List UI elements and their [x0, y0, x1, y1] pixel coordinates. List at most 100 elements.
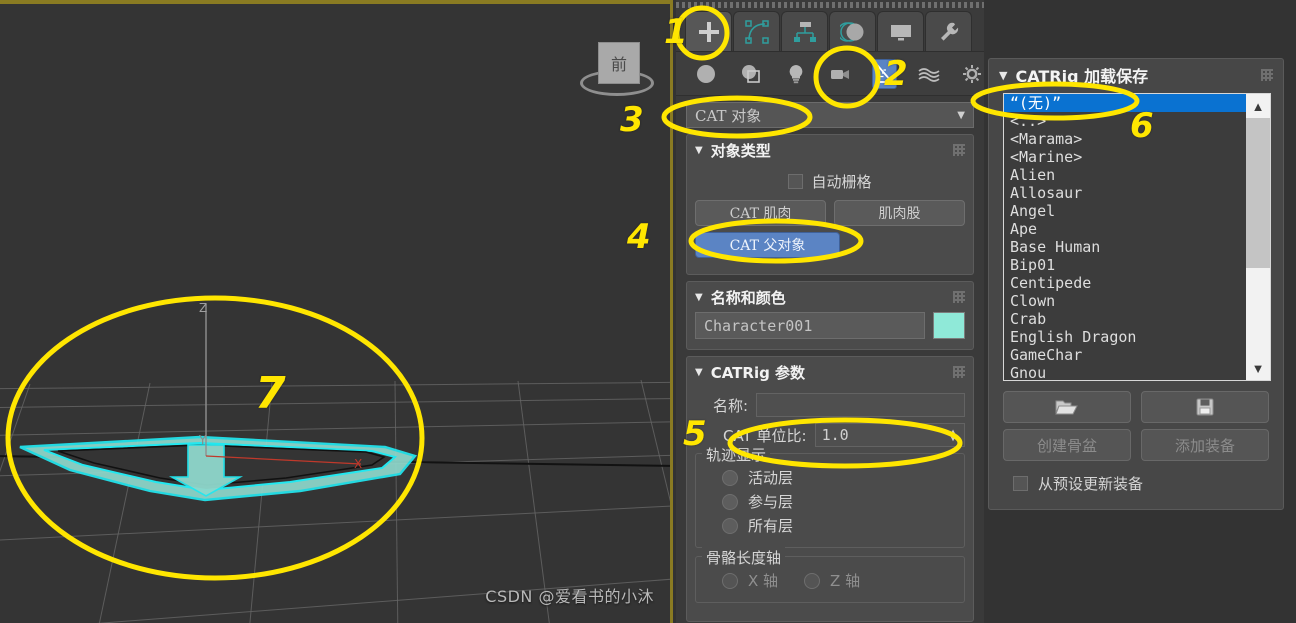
wrench-icon: [940, 22, 958, 41]
subtool-systems[interactable]: [959, 59, 984, 89]
load-rig-button[interactable]: [1003, 391, 1131, 423]
list-item[interactable]: Gnou: [1004, 364, 1246, 380]
object-type-button-row-2: CAT 父对象: [687, 232, 973, 258]
max-application-window: Z X Y 前 CSDN @爱看书的小沐 CAT 对象 ▼ ▼ 对象类型 自动栅…: [0, 0, 1296, 623]
list-item[interactable]: Base Human: [1004, 238, 1246, 256]
rollout-object-type: ▼ 对象类型 自动栅格 CAT 肌肉 肌肉股 CAT 父对象: [686, 134, 974, 275]
preset-list-items: “(无)” <..> <Marama> <Marine> Alien Allos…: [1004, 94, 1246, 380]
radio-row-all-layers[interactable]: 所有层: [722, 515, 956, 536]
grip-dots-icon: [953, 366, 965, 378]
list-item[interactable]: GameChar: [1004, 346, 1246, 364]
object-name-input[interactable]: Character001: [695, 312, 925, 339]
grip-dots-icon: [1261, 69, 1273, 81]
modify-bend-icon: [744, 19, 769, 44]
list-item[interactable]: English Dragon: [1004, 328, 1246, 346]
scrollbar-track[interactable]: [1246, 118, 1270, 356]
spinner-updown-icon[interactable]: ▲ ▼: [946, 428, 960, 443]
open-folder-icon: [1055, 400, 1078, 415]
sphere-icon: [697, 64, 716, 83]
grip-dots-icon: [953, 291, 965, 303]
group-track-display-title: 轨迹显示: [702, 444, 771, 465]
radio-row-x-axis[interactable]: X 轴: [722, 570, 778, 591]
cat-unit-ratio-label: CAT 单位比:: [723, 426, 807, 445]
preset-list-selected-item[interactable]: “(无)”: [1004, 94, 1246, 112]
add-rig-button[interactable]: 添加装备: [1141, 429, 1269, 461]
rollout-catrig-params: ▼ CATRig 参数 名称: CAT 单位比: 1.0 ▲ ▼ 轨迹显示 活动…: [686, 356, 974, 622]
list-item[interactable]: Bip01: [1004, 256, 1246, 274]
subtool-space-warps[interactable]: [917, 59, 943, 89]
list-item[interactable]: Allosaur: [1004, 184, 1246, 202]
cat-parent-button[interactable]: CAT 父对象: [695, 232, 840, 258]
radio-row-active-layer[interactable]: 活动层: [722, 467, 956, 488]
view-cube-face-label[interactable]: 前: [598, 42, 640, 84]
update-rig-from-preset-checkbox[interactable]: [1013, 476, 1028, 491]
tab-motion[interactable]: [829, 11, 876, 51]
rollout-catrig-params-header[interactable]: ▼ CATRig 参数: [687, 357, 973, 387]
cat-unit-ratio-value: 1.0: [821, 426, 849, 444]
list-item[interactable]: <Marine>: [1004, 148, 1246, 166]
autogrid-label: 自动栅格: [811, 173, 872, 191]
preset-list-scrollbar[interactable]: ▲ ▼: [1246, 94, 1270, 380]
list-item[interactable]: Angel: [1004, 202, 1246, 220]
tab-create[interactable]: [685, 11, 732, 51]
cat-unit-ratio-field[interactable]: 1.0 ▲ ▼: [814, 423, 965, 447]
save-rig-button[interactable]: [1141, 391, 1269, 423]
subtool-lights[interactable]: [783, 59, 808, 89]
floppy-disk-icon: [1196, 398, 1214, 416]
subtool-shapes[interactable]: [739, 59, 764, 89]
chevron-up-icon[interactable]: ▲: [1246, 94, 1270, 118]
triangle-down-icon: ▼: [695, 366, 703, 378]
subtool-helpers[interactable]: [872, 58, 898, 89]
preset-listbox[interactable]: “(无)” <..> <Marama> <Marine> Alien Allos…: [1003, 93, 1271, 381]
update-rig-from-preset-row[interactable]: 从预设更新装备: [989, 461, 1283, 494]
viewport-grid: Z X Y: [0, 301, 670, 623]
rollout-object-type-header[interactable]: ▼ 对象类型: [687, 135, 973, 165]
viewport-front[interactable]: Z X Y 前 CSDN @爱看书的小沐: [0, 0, 673, 623]
list-item[interactable]: <Marama>: [1004, 130, 1246, 148]
triangle-down-icon: ▼: [695, 144, 703, 156]
rollout-name-and-color-header[interactable]: ▼ 名称和颜色: [687, 282, 973, 312]
tab-hierarchy[interactable]: [781, 11, 828, 51]
object-color-swatch[interactable]: [933, 312, 965, 339]
cat-muscle-button[interactable]: CAT 肌肉: [695, 200, 826, 226]
tab-display[interactable]: [877, 11, 924, 51]
motion-wheel-icon: [839, 21, 863, 42]
category-dropdown[interactable]: CAT 对象 ▼: [686, 102, 974, 128]
list-item[interactable]: Alien: [1004, 166, 1246, 184]
catrig-load-save-header[interactable]: ▼ CATRig 加载保存: [989, 59, 1283, 91]
list-item[interactable]: Clown: [1004, 292, 1246, 310]
list-item[interactable]: Crab: [1004, 310, 1246, 328]
label-participating-layer: 参与层: [748, 493, 794, 511]
subtool-cameras[interactable]: [828, 59, 853, 89]
tab-modify[interactable]: [733, 11, 780, 51]
chevron-down-icon[interactable]: ▼: [1246, 356, 1270, 380]
panel-drag-dots[interactable]: [676, 2, 984, 8]
label-active-layer: 活动层: [748, 469, 794, 487]
light-bulb-icon: [789, 64, 802, 83]
list-item[interactable]: Ape: [1004, 220, 1246, 238]
rollout-name-and-color-title: 名称和颜色: [710, 288, 786, 307]
display-monitor-icon: [890, 24, 911, 40]
list-item[interactable]: Centipede: [1004, 274, 1246, 292]
subtool-geometry[interactable]: [694, 59, 719, 89]
group-bone-length-axis-title: 骨骼长度轴: [702, 547, 786, 568]
radio-z-axis[interactable]: [804, 572, 821, 589]
gear-icon: [962, 64, 981, 83]
muscle-strand-button[interactable]: 肌肉股: [834, 200, 965, 226]
radio-row-z-axis[interactable]: Z 轴: [804, 570, 860, 591]
list-item[interactable]: <..>: [1004, 112, 1246, 130]
radio-row-participating-layer[interactable]: 参与层: [722, 491, 956, 512]
radio-active-layer[interactable]: [722, 469, 738, 486]
autogrid-row[interactable]: 自动栅格: [687, 171, 973, 192]
catrig-name-row: 名称:: [687, 393, 973, 417]
autogrid-checkbox[interactable]: [788, 174, 804, 189]
view-cube[interactable]: 前: [580, 42, 654, 100]
catrig-name-input[interactable]: [756, 393, 965, 417]
ruler-triangle-icon: [877, 63, 894, 83]
scrollbar-thumb[interactable]: [1246, 118, 1270, 268]
radio-all-layers[interactable]: [722, 517, 738, 534]
radio-x-axis[interactable]: [722, 572, 738, 589]
create-pelvis-button[interactable]: 创建骨盆: [1003, 429, 1131, 461]
tab-utilities[interactable]: [925, 11, 972, 51]
radio-participating-layer[interactable]: [722, 493, 738, 510]
